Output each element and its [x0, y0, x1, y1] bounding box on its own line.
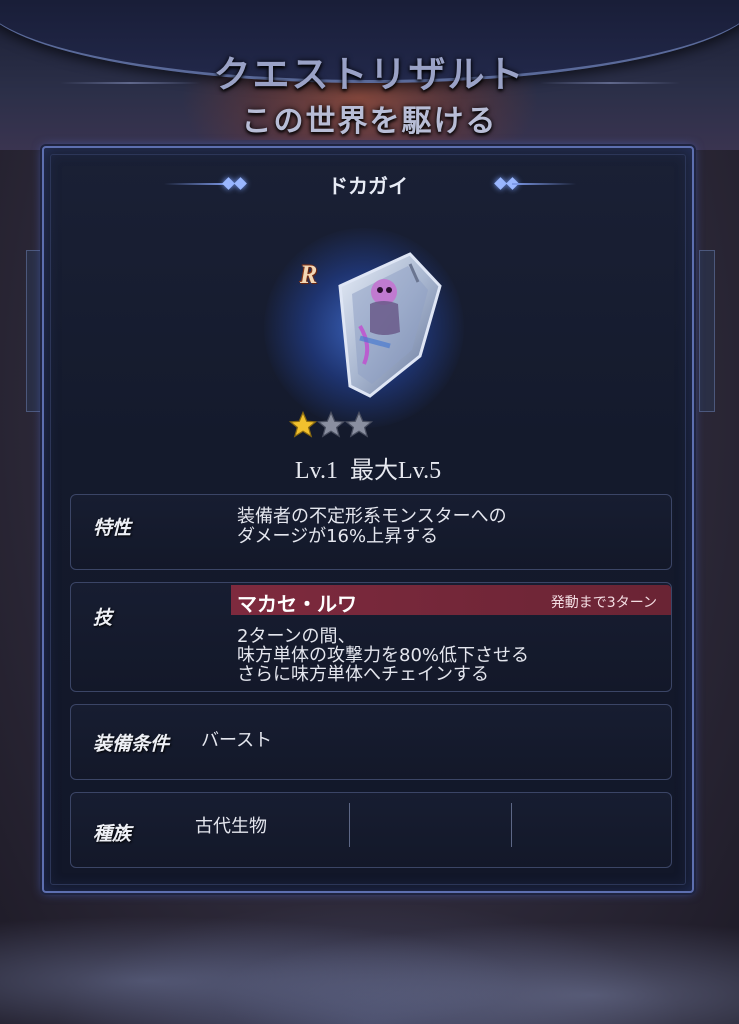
skill-line-2: 味方単体の攻撃力を80%低下させる: [237, 645, 530, 666]
skill-name-bar: マカセ・ルワ 発動まで3ターン: [231, 585, 671, 616]
side-decoration-left: [26, 250, 42, 412]
max-level: 最大Lv.5: [350, 458, 442, 484]
skill-name: マカセ・ルワ: [237, 594, 357, 616]
rarity-badge: R: [300, 260, 318, 289]
skill-line-3: さらに味方単体へチェインする: [237, 664, 489, 685]
name-ornament-right: [512, 183, 576, 185]
page-title: クエストリザルト: [213, 54, 526, 95]
trait-description: 装備者の不定形系モンスターへの ダメージが16%上昇する: [237, 507, 507, 547]
race-value: 古代生物: [195, 816, 267, 837]
trait-line-2: ダメージが16%上昇する: [237, 526, 439, 547]
equip-condition-value: バースト: [201, 730, 273, 751]
skill-label: 技: [93, 608, 113, 629]
star-empty-icon: [344, 410, 374, 438]
item-name-row: ドカガイ: [44, 170, 692, 200]
equip-condition-row: 装備条件 バースト: [70, 704, 672, 780]
race-divider: [349, 803, 350, 847]
skill-line-1: 2ターンの間、: [237, 626, 356, 647]
shield-crest-icon: [338, 252, 442, 398]
level-info: Lv.1 最大Lv.5: [44, 450, 692, 485]
skill-description: 2ターンの間、 味方単体の攻撃力を80%低下させる さらに味方単体へチェインする: [237, 627, 529, 684]
item-detail-panel[interactable]: ドカガイ R Lv.1 最大Lv.5 特性 装備者の不定形系モンスターへの ダメ…: [42, 146, 694, 893]
background-crystals: [0, 880, 739, 1024]
trait-line-1: 装備者の不定形系モンスターへの: [237, 506, 507, 527]
trait-row: 特性 装備者の不定形系モンスターへの ダメージが16%上昇する: [70, 494, 672, 570]
race-row: 種族 古代生物: [70, 792, 672, 868]
side-decoration-right: [699, 250, 715, 412]
skill-row: 技 マカセ・ルワ 発動まで3ターン 2ターンの間、 味方単体の攻撃力を80%低下…: [70, 582, 672, 692]
race-label: 種族: [93, 824, 132, 845]
star-rating: [288, 410, 374, 444]
skill-cooldown: 発動まで3ターン: [550, 595, 657, 611]
race-divider: [511, 803, 512, 847]
page-subtitle: この世界を駆ける: [241, 105, 498, 138]
item-name: ドカガイ: [328, 176, 408, 198]
current-level: Lv.1: [294, 458, 338, 484]
trait-label: 特性: [93, 518, 132, 539]
equip-condition-label: 装備条件: [93, 734, 170, 755]
star-empty-icon: [316, 410, 346, 438]
star-filled-icon: [288, 410, 318, 438]
